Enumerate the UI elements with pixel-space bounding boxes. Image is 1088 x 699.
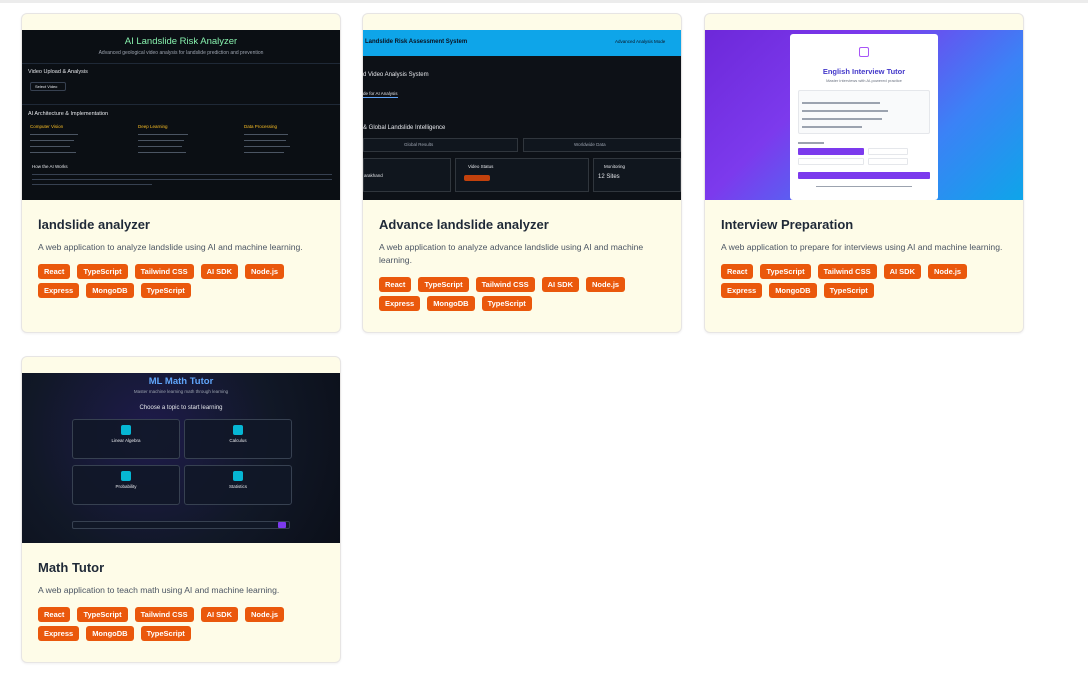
preview-heading: English Interview Tutor: [822, 67, 906, 76]
preview-panel: English Interview Tutor Master interview…: [790, 34, 938, 200]
project-card-interview-preparation[interactable]: English Interview Tutor Master interview…: [704, 13, 1024, 333]
tech-tag: TypeScript: [140, 283, 191, 298]
tech-tag: TypeScript: [77, 607, 128, 622]
tech-tag: Node.js: [586, 277, 626, 292]
preview-stat-video: Video Status: [455, 158, 589, 192]
preview-bar-mode: Advanced Analysis Mode: [615, 39, 666, 44]
project-description: A web application to prepare for intervi…: [721, 242, 1003, 252]
tech-tag: React: [38, 607, 71, 622]
tech-tag: AI SDK: [541, 277, 580, 292]
tech-tag: React: [721, 264, 754, 279]
preview-col-data-processing: Data Processing: [244, 124, 278, 129]
tech-tag: TypeScript: [418, 277, 469, 292]
preview-app-bar: Landslide Risk Assessment System Advance…: [363, 30, 681, 56]
preview-worldwide-data-button: Worldwide Data: [523, 138, 681, 152]
preview-col-deep-learning: Deep Learning: [138, 124, 168, 129]
preview-topic-tile: Calculus: [184, 419, 292, 459]
preview-tab: de for AI Analysis: [363, 91, 398, 98]
tech-tag: Express: [379, 296, 421, 311]
tech-tag: TypeScript: [760, 264, 811, 279]
book-icon: [859, 47, 869, 57]
tech-tag: MongoDB: [769, 283, 817, 298]
project-description: A web application to teach math using AI…: [38, 585, 280, 595]
preview-chat-input: [72, 521, 290, 529]
project-description: A web application to analyze advance lan…: [379, 242, 644, 265]
preview-stat-monitoring: Monitoring 12 Sites: [593, 158, 681, 192]
tech-tag: MongoDB: [86, 626, 134, 641]
preview-section-video: d Video Analysis System: [363, 72, 429, 78]
project-card-advance-landslide-analyzer[interactable]: Landslide Risk Assessment System Advance…: [362, 13, 682, 333]
project-title[interactable]: landslide analyzer: [38, 218, 324, 232]
preview-choose-topic: Choose a topic to start learning: [139, 405, 223, 411]
tech-tag: MongoDB: [86, 283, 134, 298]
tech-tag: Node.js: [928, 264, 968, 279]
project-preview-image[interactable]: ML Math Tutor Master machine learning ma…: [22, 373, 340, 543]
preview-heading: ML Math Tutor: [148, 376, 214, 387]
project-description: A web application to analyze landslide u…: [38, 242, 303, 252]
preview-upload-section: Video Upload & Analysis: [28, 69, 88, 75]
tech-tag: React: [38, 264, 71, 279]
preview-divider: [22, 104, 340, 105]
tech-tag: Express: [38, 283, 80, 298]
tech-tag: TypeScript: [823, 283, 874, 298]
project-card-landslide-analyzer[interactable]: AI Landslide Risk Analyzer Advanced geol…: [21, 13, 341, 333]
tech-tag: MongoDB: [427, 296, 475, 311]
project-preview-image[interactable]: AI Landslide Risk Analyzer Advanced geol…: [22, 30, 340, 200]
preview-subheading: Advanced geological video analysis for l…: [98, 50, 264, 56]
project-title[interactable]: Math Tutor: [38, 561, 324, 575]
preview-bar-title: Landslide Risk Assessment System: [365, 39, 468, 45]
tech-tag: React: [379, 277, 412, 292]
project-title[interactable]: Interview Preparation: [721, 218, 1007, 232]
tech-tag: TypeScript: [481, 296, 532, 311]
preview-select-video-button: Select Video: [30, 82, 66, 91]
tech-tags: React TypeScript Tailwind CSS AI SDK Nod…: [379, 277, 664, 311]
tech-tag: Node.js: [245, 607, 285, 622]
top-divider: [0, 0, 1088, 3]
preview-global-results-button: Global Results: [363, 138, 518, 152]
tech-tag: AI SDK: [200, 607, 239, 622]
project-card-math-tutor[interactable]: ML Math Tutor Master machine learning ma…: [21, 356, 341, 663]
preview-col-computer-vision: Computer Vision: [30, 124, 64, 129]
project-preview-image[interactable]: English Interview Tutor Master interview…: [705, 30, 1023, 200]
tech-tag: AI SDK: [200, 264, 239, 279]
tech-tag: Tailwind CSS: [134, 264, 194, 279]
tech-tag: Express: [721, 283, 763, 298]
preview-divider: [22, 63, 340, 64]
tech-tags: React TypeScript Tailwind CSS AI SDK Nod…: [38, 264, 323, 298]
preview-subheading: Master interviews with AI-powered practi…: [826, 78, 902, 83]
preview-subheading: Master machine learning math through lea…: [133, 389, 229, 394]
preview-topic-tile: Statistics: [184, 465, 292, 505]
project-preview-image[interactable]: Landslide Risk Assessment System Advance…: [363, 30, 681, 200]
tech-tag: TypeScript: [140, 626, 191, 641]
preview-arch-section: AI Architecture & Implementation: [28, 111, 109, 117]
preview-how-it-works: How the AI Works: [32, 164, 68, 169]
tech-tag: Express: [38, 626, 80, 641]
tech-tag: Node.js: [245, 264, 285, 279]
tech-tags: React TypeScript Tailwind CSS AI SDK Nod…: [38, 607, 323, 641]
preview-heading: AI Landslide Risk Analyzer: [124, 36, 238, 47]
preview-topic-tile: Linear Algebra: [72, 419, 180, 459]
tech-tag: AI SDK: [883, 264, 922, 279]
tech-tag: TypeScript: [77, 264, 128, 279]
tech-tag: Tailwind CSS: [475, 277, 535, 292]
tech-tags: React TypeScript Tailwind CSS AI SDK Nod…: [721, 264, 1006, 298]
tech-tag: Tailwind CSS: [817, 264, 877, 279]
tech-tag: Tailwind CSS: [134, 607, 194, 622]
preview-topic-tile: Probability: [72, 465, 180, 505]
preview-section-global: & Global Landslide Intelligence: [363, 125, 446, 131]
send-icon: [278, 522, 286, 528]
preview-stat-region: arakhand: [363, 158, 451, 192]
project-title[interactable]: Advance landslide analyzer: [379, 218, 665, 232]
